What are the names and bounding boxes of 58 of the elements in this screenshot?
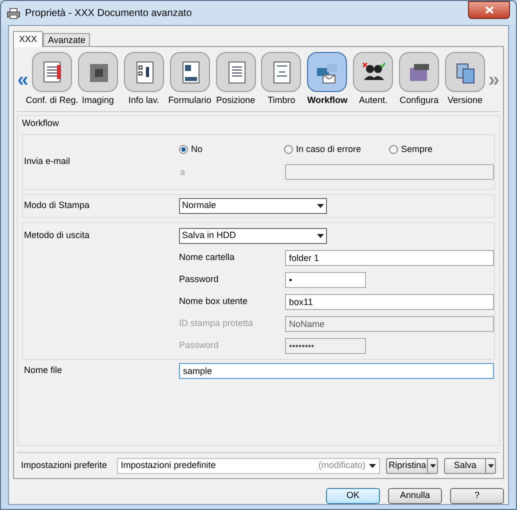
toolbar-label[interactable]: Info lav. bbox=[128, 94, 160, 108]
caret-icon bbox=[369, 464, 376, 468]
caret-icon bbox=[317, 234, 324, 238]
split-button[interactable]: Ripristina bbox=[386, 458, 438, 474]
field-label: Nome cartella bbox=[179, 250, 236, 264]
field-label: Invia e-mail bbox=[23, 154, 72, 168]
toolbar-label[interactable]: Imaging bbox=[82, 94, 114, 108]
field-label: Impostazioni preferite bbox=[21, 458, 108, 472]
field-label: Metodo di uscita bbox=[23, 228, 91, 242]
toolbar-label[interactable]: Configura bbox=[400, 94, 439, 108]
caret-icon bbox=[488, 464, 494, 468]
group-title: Workflow bbox=[22, 117, 60, 130]
toolbar-button[interactable] bbox=[78, 52, 118, 92]
toolbar-button[interactable] bbox=[445, 52, 486, 92]
scroll-arrow[interactable]: « bbox=[17, 65, 29, 95]
toolbar-button[interactable] bbox=[399, 52, 440, 92]
window-title: Proprietà - XXX Documento avanzato bbox=[25, 6, 192, 20]
printer-icon bbox=[7, 8, 20, 18]
toolbar-button[interactable] bbox=[32, 52, 72, 92]
toolbar-label[interactable]: Formulario bbox=[168, 94, 212, 108]
close-button[interactable] bbox=[468, 1, 510, 19]
split-button[interactable]: Salva bbox=[444, 458, 496, 474]
tab[interactable]: Avanzate bbox=[43, 33, 90, 46]
toolbar-button[interactable] bbox=[124, 52, 164, 92]
toolbar-button[interactable] bbox=[170, 52, 210, 92]
input-field[interactable]: folder 1 bbox=[285, 250, 494, 266]
field-label: ID stampa protetta bbox=[179, 316, 254, 330]
input-field[interactable] bbox=[285, 164, 494, 180]
toolbar-label[interactable]: Timbro bbox=[268, 94, 296, 108]
dialog-button[interactable]: OK bbox=[326, 488, 380, 504]
toolbar-label[interactable]: Posizione bbox=[216, 94, 256, 108]
field-label: Nome box utente bbox=[179, 294, 249, 308]
input-field[interactable]: sample bbox=[179, 362, 494, 378]
radio-option[interactable]: No bbox=[179, 142, 284, 156]
toolbar-label[interactable]: Versione bbox=[448, 94, 483, 108]
dropdown[interactable]: Normale bbox=[179, 198, 327, 214]
dropdown[interactable]: Salva in HDD bbox=[179, 228, 327, 244]
input-field[interactable]: box11 bbox=[285, 294, 494, 310]
toolbar-button[interactable] bbox=[216, 52, 256, 92]
dialog-button[interactable]: Annulla bbox=[388, 488, 442, 504]
caret-icon bbox=[317, 204, 324, 208]
field-label: a bbox=[179, 166, 186, 178]
toolbar-label[interactable]: Autent. bbox=[358, 94, 388, 108]
field-label: Password bbox=[179, 272, 220, 286]
caret-icon bbox=[430, 464, 436, 468]
input-field[interactable]: • bbox=[285, 272, 366, 288]
radio-option[interactable]: Sempre bbox=[389, 142, 494, 156]
field-label: Password bbox=[179, 338, 220, 352]
radio-option[interactable]: In caso di errore bbox=[284, 142, 389, 156]
close-icon bbox=[484, 6, 494, 14]
field-label: Nome file bbox=[23, 364, 64, 377]
toolbar-button[interactable] bbox=[353, 52, 394, 92]
dialog-button[interactable]: ? bbox=[450, 488, 504, 504]
field-label: Modo di Stampa bbox=[23, 198, 91, 212]
toolbar-label[interactable]: Conf. di Reg. bbox=[26, 94, 78, 108]
toolbar-label[interactable]: Workflow bbox=[307, 94, 348, 108]
preset-dropdown[interactable]: Impostazioni predefinite (modificato) bbox=[116, 458, 380, 474]
tab[interactable]: XXX bbox=[13, 31, 44, 47]
